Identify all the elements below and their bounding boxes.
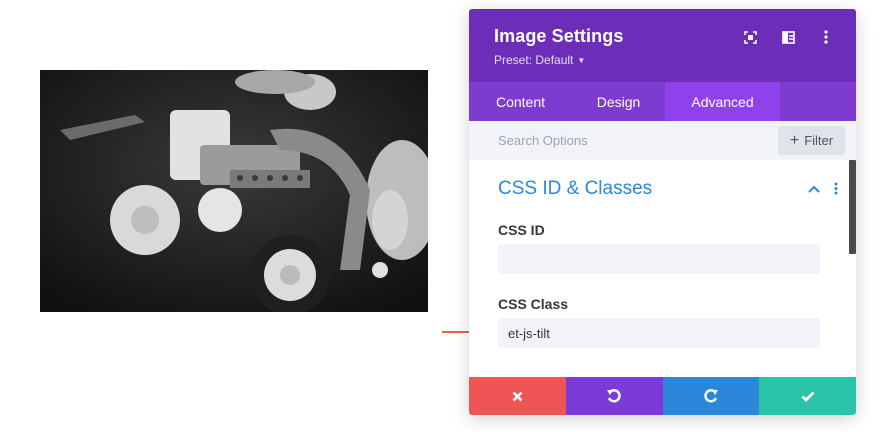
tab-bar: Content Design Advanced	[469, 82, 856, 121]
search-options-input[interactable]	[469, 121, 769, 160]
section-title[interactable]: CSS ID & Classes	[498, 178, 652, 200]
image-settings-panel: Image Settings Preset: Default ▼ Content…	[469, 9, 856, 415]
canvas: Image Settings Preset: Default ▼ Content…	[0, 0, 880, 432]
search-row: + Filter	[469, 121, 856, 160]
plus-icon: +	[789, 131, 800, 149]
filter-label: Filter	[804, 133, 834, 148]
close-icon	[512, 391, 523, 401]
more-vertical-icon[interactable]	[818, 29, 834, 45]
scrollbar[interactable]	[849, 160, 856, 376]
undo-icon	[607, 389, 621, 403]
expand-icon[interactable]	[742, 29, 758, 45]
check-icon	[801, 391, 815, 402]
redo-icon	[704, 389, 718, 403]
section-more-icon[interactable]	[834, 182, 838, 195]
undo-button[interactable]	[565, 377, 663, 415]
css-class-label: CSS Class	[498, 296, 569, 312]
save-button[interactable]	[759, 377, 856, 415]
css-id-label: CSS ID	[498, 222, 545, 238]
options-scroll-area: CSS ID & Classes CSS ID CSS Class	[469, 160, 856, 376]
tab-design[interactable]: Design	[572, 82, 665, 121]
css-id-field[interactable]	[498, 244, 820, 274]
split-view-icon[interactable]	[780, 29, 796, 45]
tab-advanced[interactable]: Advanced	[665, 82, 780, 121]
chevron-up-icon[interactable]	[808, 185, 820, 193]
panel-header: Image Settings Preset: Default ▼	[469, 9, 856, 82]
redo-button[interactable]	[662, 377, 760, 415]
panel-footer	[469, 377, 856, 415]
css-class-field[interactable]	[498, 318, 820, 348]
preset-selector[interactable]: Preset: Default ▼	[494, 53, 856, 67]
discard-button[interactable]	[469, 377, 566, 415]
robot-photo	[40, 70, 428, 312]
preset-label: Preset: Default	[494, 53, 574, 67]
tab-content[interactable]: Content	[469, 82, 572, 121]
caret-down-icon: ▼	[577, 55, 586, 65]
filter-button[interactable]: + Filter	[778, 126, 845, 155]
scrollbar-thumb[interactable]	[849, 160, 856, 254]
